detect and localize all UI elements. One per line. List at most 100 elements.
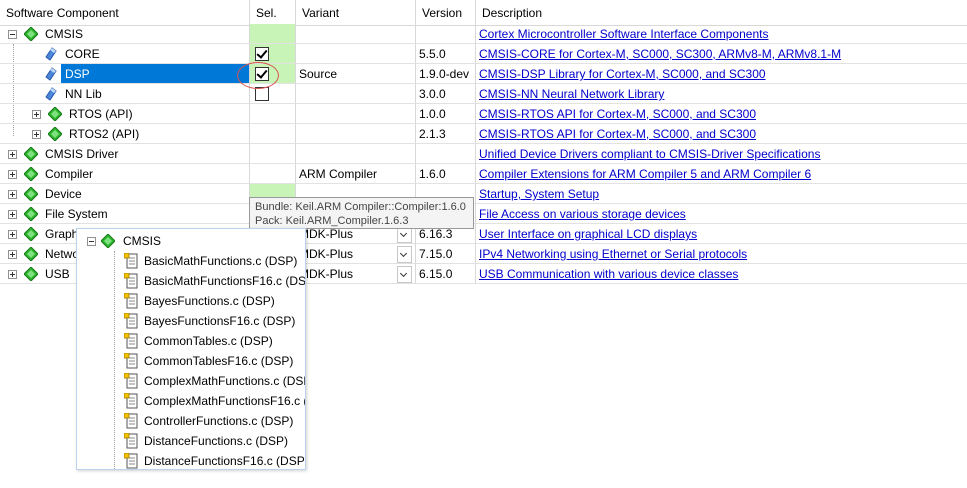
- component-diamond-icon: [23, 186, 39, 202]
- component-row[interactable]: Compiler ARM Compiler 1.6.0 Compiler Extens…: [0, 164, 967, 184]
- popup-file-item[interactable]: BayesFunctions.c (DSP): [77, 291, 305, 311]
- popup-file-item[interactable]: DistanceFunctions.c (DSP): [77, 431, 305, 451]
- sel-cell[interactable]: [250, 104, 296, 124]
- description-cell[interactable]: CMSIS-NN Neural Network Library: [476, 84, 967, 104]
- popup-file-item[interactable]: DistanceFunctionsF16.c (DSP): [77, 451, 305, 469]
- popup-file-label: ComplexMathFunctions.c (DSP): [144, 374, 306, 388]
- component-cell[interactable]: CORE: [0, 44, 250, 64]
- component-row[interactable]: RTOS (API) 1.0.0 CMSIS-RTOS API for Cortex…: [0, 104, 967, 124]
- description-link[interactable]: Unified Device Drivers compliant to CMSI…: [479, 147, 820, 161]
- description-cell[interactable]: File Access on various storage devices: [476, 204, 967, 224]
- component-cell[interactable]: DSP: [0, 64, 250, 84]
- component-row[interactable]: File System File Access on various storag…: [0, 204, 967, 224]
- description-cell[interactable]: User Interface on graphical LCD displays: [476, 224, 967, 244]
- component-row[interactable]: RTOS2 (API) 2.1.3 CMSIS-RTOS API for Corte…: [0, 124, 967, 144]
- expand-icon[interactable]: [8, 230, 17, 239]
- column-header-variant[interactable]: Variant: [296, 0, 416, 25]
- sel-cell[interactable]: [250, 44, 296, 64]
- popup-file-item[interactable]: ControllerFunctions.c (DSP): [77, 411, 305, 431]
- description-link[interactable]: CMSIS-RTOS API for Cortex-M, SC000, and …: [479, 107, 756, 121]
- description-cell[interactable]: IPv4 Networking using Ethernet or Serial…: [476, 244, 967, 264]
- description-link[interactable]: IPv4 Networking using Ethernet or Serial…: [479, 247, 747, 261]
- component-cell[interactable]: CMSIS Driver: [0, 144, 250, 164]
- select-checkbox[interactable]: [255, 47, 269, 61]
- component-cell[interactable]: RTOS (API): [0, 104, 250, 124]
- component-name: DSP: [65, 67, 90, 81]
- collapse-icon[interactable]: [87, 237, 96, 246]
- expand-icon[interactable]: [8, 170, 17, 179]
- component-row[interactable]: DSP Source 1.9.0-dev CMSIS-DSP Library for …: [0, 64, 967, 84]
- c-file-icon: [123, 272, 139, 289]
- component-cell[interactable]: File System: [0, 204, 250, 224]
- component-row[interactable]: NN Lib 3.0.0 CMSIS-NN Neural Network Libra…: [0, 84, 967, 104]
- component-name: CORE: [65, 47, 100, 61]
- variant-dropdown-icon[interactable]: [397, 246, 412, 263]
- variant-value: MDK-Plus: [299, 267, 354, 281]
- variant-cell[interactable]: MDK-Plus: [296, 264, 416, 284]
- variant-dropdown-icon[interactable]: [397, 266, 412, 283]
- component-cell[interactable]: RTOS2 (API): [0, 124, 250, 144]
- description-link[interactable]: Compiler Extensions for ARM Compiler 5 a…: [479, 167, 811, 181]
- description-cell[interactable]: Unified Device Drivers compliant to CMSI…: [476, 144, 967, 164]
- expand-icon[interactable]: [8, 270, 17, 279]
- variant-cell[interactable]: MDK-Plus: [296, 244, 416, 264]
- description-cell[interactable]: CMSIS-RTOS API for Cortex-M, SC000, and …: [476, 104, 967, 124]
- description-link[interactable]: Startup, System Setup: [479, 187, 599, 201]
- popup-file-label: ComplexMathFunctionsF16.c (: [144, 394, 306, 408]
- popup-root-row[interactable]: CMSIS: [77, 231, 305, 251]
- component-row[interactable]: CMSIS Cortex Microcontroller Software Int…: [0, 24, 967, 44]
- component-name: RTOS (API): [69, 107, 133, 121]
- description-cell[interactable]: Startup, System Setup: [476, 184, 967, 204]
- column-header-description[interactable]: Description: [476, 0, 967, 25]
- column-header-sel[interactable]: Sel.: [250, 0, 296, 25]
- component-cell[interactable]: NN Lib: [0, 84, 250, 104]
- description-cell[interactable]: USB Communication with various device cl…: [476, 264, 967, 284]
- popup-file-item[interactable]: BasicMathFunctionsF16.c (DSP): [77, 271, 305, 291]
- column-header-component[interactable]: Software Component: [0, 0, 250, 25]
- popup-file-item[interactable]: BasicMathFunctions.c (DSP): [77, 251, 305, 271]
- component-cell[interactable]: Compiler: [0, 164, 250, 184]
- description-cell[interactable]: CMSIS-RTOS API for Cortex-M, SC000, and …: [476, 124, 967, 144]
- variant-cell: [296, 44, 416, 64]
- expand-icon[interactable]: [8, 190, 17, 199]
- sel-cell[interactable]: [250, 124, 296, 144]
- collapse-icon[interactable]: [8, 30, 17, 39]
- component-cell[interactable]: Device: [0, 184, 250, 204]
- popup-file-item[interactable]: BayesFunctionsF16.c (DSP): [77, 311, 305, 331]
- description-cell[interactable]: Cortex Microcontroller Software Interfac…: [476, 24, 967, 44]
- popup-file-item[interactable]: ComplexMathFunctions.c (DSP): [77, 371, 306, 391]
- popup-file-item[interactable]: CommonTables.c (DSP): [77, 331, 305, 351]
- component-cell[interactable]: CMSIS: [0, 24, 250, 44]
- description-cell[interactable]: Compiler Extensions for ARM Compiler 5 a…: [476, 164, 967, 184]
- description-link[interactable]: CMSIS-NN Neural Network Library: [479, 87, 664, 101]
- expand-icon[interactable]: [8, 150, 17, 159]
- description-cell[interactable]: CMSIS-DSP Library for Cortex-M, SC000, a…: [476, 64, 967, 84]
- popup-file-item[interactable]: CommonTablesF16.c (DSP): [77, 351, 305, 371]
- description-link[interactable]: User Interface on graphical LCD displays: [479, 227, 697, 241]
- description-cell[interactable]: CMSIS-CORE for Cortex-M, SC000, SC300, A…: [476, 44, 967, 64]
- version-cell: 1.6.0: [416, 164, 476, 184]
- component-row[interactable]: Device Startup, System Setup: [0, 184, 967, 204]
- component-row[interactable]: CORE 5.5.0 CMSIS-CORE for Cortex-M, SC000,…: [0, 44, 967, 64]
- sel-cell[interactable]: [250, 24, 296, 44]
- sel-cell[interactable]: [250, 164, 296, 184]
- expand-icon[interactable]: [32, 110, 41, 119]
- popup-file-item[interactable]: ComplexMathFunctionsF16.c (: [77, 391, 306, 411]
- component-file-icon: [44, 47, 58, 61]
- sel-cell[interactable]: [250, 144, 296, 164]
- select-checkbox[interactable]: [255, 87, 269, 101]
- variant-cell: [296, 24, 416, 44]
- description-link[interactable]: USB Communication with various device cl…: [479, 267, 738, 281]
- component-name: USB: [45, 267, 70, 281]
- description-link[interactable]: CMSIS-RTOS API for Cortex-M, SC000, and …: [479, 127, 756, 141]
- description-link[interactable]: File Access on various storage devices: [479, 207, 686, 221]
- description-link[interactable]: CMSIS-CORE for Cortex-M, SC000, SC300, A…: [479, 47, 841, 61]
- description-link[interactable]: CMSIS-DSP Library for Cortex-M, SC000, a…: [479, 67, 766, 81]
- description-link[interactable]: Cortex Microcontroller Software Interfac…: [479, 27, 768, 41]
- expand-icon[interactable]: [8, 250, 17, 259]
- column-header-version[interactable]: Version: [416, 0, 476, 25]
- expand-icon[interactable]: [32, 130, 41, 139]
- component-name: CMSIS Driver: [45, 147, 119, 161]
- component-row[interactable]: CMSIS Driver Unified Device Drivers compl…: [0, 144, 967, 164]
- expand-icon[interactable]: [8, 210, 17, 219]
